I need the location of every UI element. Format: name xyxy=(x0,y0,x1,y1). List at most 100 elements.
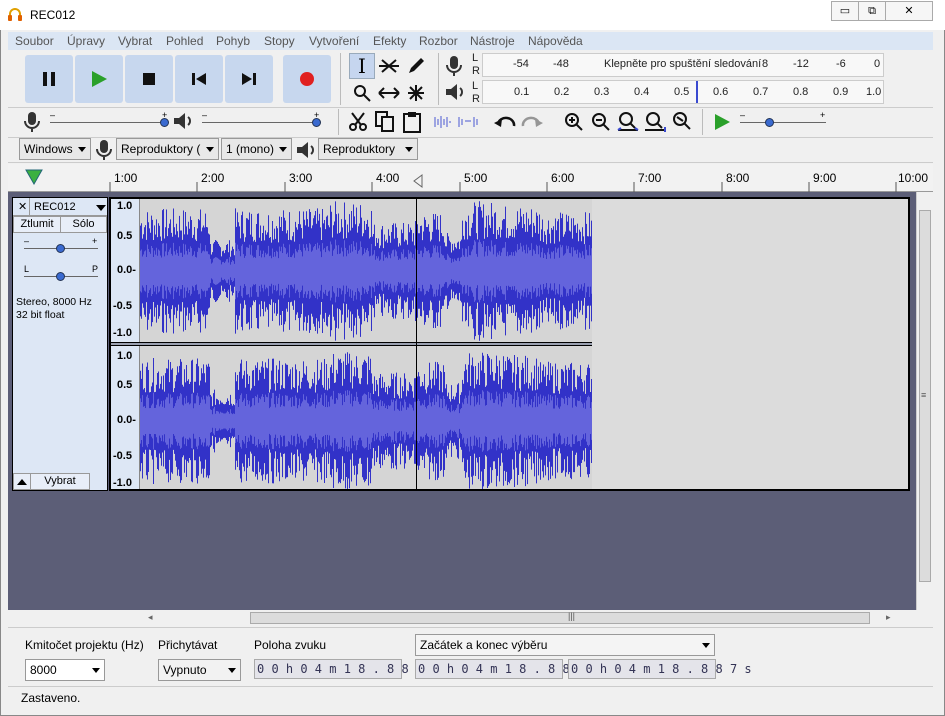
menu-soubor[interactable]: Soubor xyxy=(15,34,54,48)
scale-label: 1.0 xyxy=(117,200,133,212)
trim-button[interactable] xyxy=(428,109,454,135)
vertical-scrollbar[interactable]: ≡ xyxy=(916,192,933,610)
play-speed-slider[interactable]: – + xyxy=(738,110,828,129)
playback-meter-marker xyxy=(696,81,698,103)
mic-volume-icon xyxy=(24,112,40,132)
play-tick: 0.4 xyxy=(634,86,650,98)
close-button[interactable]: ✕ xyxy=(885,1,933,21)
playback-volume-slider[interactable]: – + xyxy=(202,110,324,129)
menu-rozbor[interactable]: Rozbor xyxy=(419,34,458,48)
project-rate-select[interactable]: 8000 xyxy=(25,659,105,681)
timeline-ruler[interactable]: 1:00 2:00 3:00 4:00 5:00 6:00 7:00 8:00 … xyxy=(8,164,933,192)
paste-button[interactable] xyxy=(399,109,425,135)
selection-end-field[interactable]: 0 0 h 0 4 m 1 8 . 8 8 7 s xyxy=(568,659,752,679)
selection-start-field[interactable]: 0 0 h 0 4 m 1 8 . 8 8 7 s xyxy=(415,659,599,679)
output-device-select[interactable]: Reproduktory xyxy=(318,138,418,160)
play-cursor xyxy=(416,199,417,489)
copy-button[interactable] xyxy=(372,109,398,135)
zoom-in-icon xyxy=(565,113,583,131)
envelope-tool[interactable] xyxy=(376,53,402,79)
cut-button[interactable] xyxy=(345,109,371,135)
menu-pohyb[interactable]: Pohyb xyxy=(216,34,250,48)
mute-button[interactable]: Ztlumit xyxy=(13,216,61,233)
fit-selection-button[interactable] xyxy=(615,109,641,135)
menu-vytvoreni[interactable]: Vytvoření xyxy=(309,34,359,48)
clipboard-icon xyxy=(403,112,421,133)
play-button[interactable] xyxy=(75,55,123,103)
zoom-selection-icon xyxy=(617,112,639,131)
play-tick: 0.6 xyxy=(713,86,729,98)
headphones-icon xyxy=(8,8,22,21)
input-device-mic-icon xyxy=(96,140,112,160)
play-tick: 1.0 xyxy=(866,86,882,98)
play-at-speed-button[interactable] xyxy=(709,109,735,135)
audio-position-label: Poloha zvuku xyxy=(254,638,327,652)
zoom-in-button[interactable] xyxy=(561,109,587,135)
silence-button[interactable] xyxy=(455,109,481,135)
minimize-button[interactable]: ▭ xyxy=(831,1,859,21)
time-shift-tool[interactable] xyxy=(376,80,402,106)
track-name: REC012 xyxy=(34,201,76,213)
window-title: REC012 xyxy=(30,8,76,22)
audio-host-value: Windows xyxy=(24,142,73,156)
zoom-tool[interactable] xyxy=(349,80,375,106)
scale-label: 0.0- xyxy=(117,414,136,426)
stop-icon xyxy=(143,73,155,85)
zoom-toggle-button[interactable] xyxy=(669,109,695,135)
record-button[interactable] xyxy=(283,55,331,103)
horizontal-scroll-thumb[interactable] xyxy=(250,612,870,624)
horizontal-scrollbar[interactable]: ◂ ||| ▸ xyxy=(8,610,916,626)
selection-mode-select[interactable]: Začátek a konec výběru xyxy=(415,634,715,656)
menu-efekty[interactable]: Efekty xyxy=(373,34,406,48)
title-bar: REC012 ▭ ⧉ ✕ xyxy=(0,0,945,30)
track-menu-arrow-icon xyxy=(96,205,106,211)
menu-nastroje[interactable]: Nástroje xyxy=(470,34,515,48)
maximize-button[interactable]: ⧉ xyxy=(858,1,886,21)
channels-select[interactable]: 1 (mono) xyxy=(221,138,292,160)
menu-upravy[interactable]: Úpravy xyxy=(67,34,105,48)
fit-project-button[interactable] xyxy=(642,109,668,135)
zoom-out-button[interactable] xyxy=(588,109,614,135)
undo-button[interactable] xyxy=(492,109,518,135)
pause-button[interactable] xyxy=(25,55,73,103)
audio-position-field[interactable]: 0 0 h 0 4 m 1 8 . 8 8 7 s xyxy=(254,659,438,679)
track-name-menu[interactable]: REC012 xyxy=(29,198,107,216)
audio-host-select[interactable]: Windows xyxy=(19,138,91,160)
menu-napoveda[interactable]: Nápověda xyxy=(528,34,583,48)
snap-label: Přichytávat xyxy=(158,638,218,652)
collapse-track-button[interactable] xyxy=(13,473,31,490)
play-small-icon xyxy=(715,114,730,130)
menu-pohled[interactable]: Pohled xyxy=(166,34,203,48)
select-track-button[interactable]: Vybrat xyxy=(30,473,90,490)
skip-end-button[interactable] xyxy=(225,55,273,103)
input-device-select[interactable]: Reproduktory ( xyxy=(116,138,219,160)
menu-vybrat[interactable]: Vybrat xyxy=(118,34,152,48)
selection-mode-value: Začátek a konec výběru xyxy=(420,638,548,652)
pan-slider[interactable]: L P xyxy=(24,264,98,282)
snap-select[interactable]: Vypnuto xyxy=(158,659,241,681)
redo-button[interactable] xyxy=(519,109,545,135)
recording-volume-slider[interactable]: – + xyxy=(50,110,172,129)
snap-value: Vypnuto xyxy=(163,663,207,677)
menu-stopy[interactable]: Stopy xyxy=(264,34,295,48)
waveform[interactable] xyxy=(140,199,592,489)
waveform-area[interactable]: 1.0 0.5 0.0- -0.5 -1.0 1.0 0.5 0.0- -0.5… xyxy=(109,197,910,491)
pencil-icon xyxy=(409,58,424,73)
scale-label: 1.0 xyxy=(117,350,133,362)
solo-button[interactable]: Sólo xyxy=(60,216,107,233)
skip-start-button[interactable] xyxy=(175,55,223,103)
selection-toolbar: Kmitočet projektu (Hz) 8000 Přichytávat … xyxy=(8,627,933,683)
gain-slider[interactable]: – + xyxy=(24,236,98,254)
speaker-icon xyxy=(446,84,463,100)
track-bitdepth-info: 32 bit float xyxy=(16,309,65,321)
play-tick: 0.2 xyxy=(554,86,570,98)
selection-tool[interactable]: I xyxy=(349,53,375,79)
multi-tool[interactable] xyxy=(403,80,429,106)
track-header: ✕ REC012 xyxy=(13,198,107,216)
track-close-button[interactable]: ✕ xyxy=(18,200,27,213)
draw-tool[interactable] xyxy=(403,53,429,79)
selection-end-value: 0 0 h 0 4 m 1 8 . 8 8 7 s xyxy=(571,662,752,676)
rec-meter-r: R xyxy=(472,65,480,77)
rec-tick: -54 xyxy=(513,58,529,70)
stop-button[interactable] xyxy=(125,55,173,103)
